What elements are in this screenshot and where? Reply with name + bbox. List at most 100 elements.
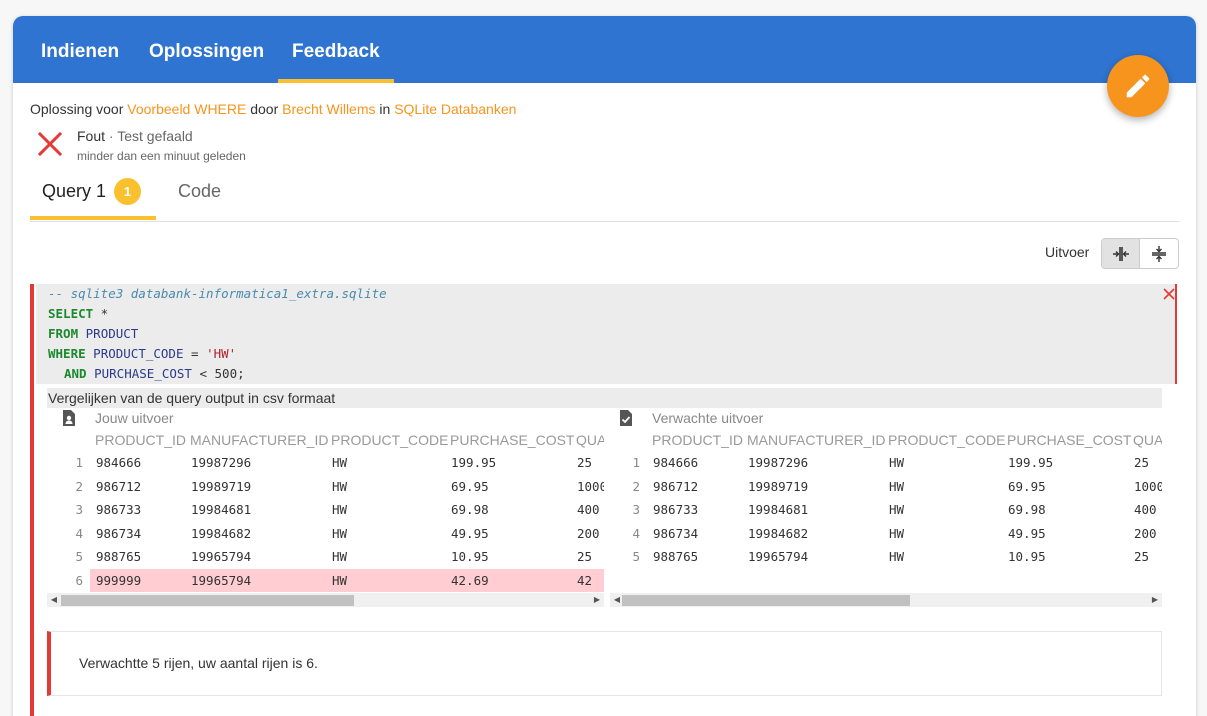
column-header: PRODUCT_CODE	[331, 432, 449, 448]
table-cell: HW	[889, 502, 905, 517]
table-cell: 1000	[1134, 479, 1162, 494]
row-number: 1	[632, 455, 640, 470]
table-cell: 19984681	[191, 502, 252, 517]
breadcrumb-by: door	[250, 101, 279, 117]
table-cell: HW	[332, 526, 348, 541]
split-horizontal-icon	[1152, 245, 1166, 262]
scroll-right-icon[interactable]: ▶	[592, 593, 602, 607]
table-cell: HW	[889, 526, 905, 541]
status-detail: Test gefaald	[117, 128, 193, 144]
your-output-scrollbar[interactable]: ◀ ▶	[47, 593, 604, 607]
scroll-right-icon[interactable]: ▶	[1150, 593, 1160, 607]
user-link[interactable]: Brecht Willems	[282, 101, 375, 117]
your-output-table: Jouw uitvoer PRODUCT_ID MANUFACTURER_ID PR…	[47, 408, 604, 593]
tab-oplossingen[interactable]: Oplossingen	[135, 16, 278, 83]
table-cell: 42.69	[451, 573, 489, 588]
code-line-1: -- sqlite3 databank-informatica1_extra.s…	[48, 284, 387, 304]
tabs-divider	[30, 221, 1179, 222]
code-line-5: AND PURCHASE_COST < 500;	[64, 364, 245, 384]
row-number: 2	[75, 479, 83, 494]
table-cell: 49.95	[1008, 526, 1046, 541]
tab-code[interactable]: Code	[166, 170, 236, 220]
breadcrumb: Oplossing voor Voorbeeld WHERE door Brec…	[30, 101, 516, 117]
where-op: =	[183, 346, 207, 361]
table-cell: 25	[1134, 455, 1150, 470]
table-cell: 19989719	[191, 479, 252, 494]
kw-and: AND	[64, 366, 87, 381]
kw-where: WHERE	[48, 346, 86, 361]
table-cell: 988765	[653, 549, 699, 564]
table-cell: 986733	[96, 502, 142, 517]
code-line-4: WHERE PRODUCT_CODE = 'HW'	[48, 344, 236, 364]
expected-output-scroll-thumb[interactable]	[622, 595, 910, 606]
where-col: PRODUCT_CODE	[93, 346, 184, 361]
close-icon[interactable]	[1162, 287, 1176, 301]
tab-feedback[interactable]: Feedback	[278, 16, 394, 83]
course-link[interactable]: SQLite Databanken	[394, 101, 516, 117]
column-header: PRODUCT_CODE	[888, 432, 1006, 448]
tab-indienen[interactable]: Indienen	[27, 16, 133, 83]
column-header: PRODUCT_ID	[95, 432, 187, 448]
column-header: QUANTITY_ON_HAND	[576, 432, 604, 448]
table-cell: 199.95	[451, 455, 497, 470]
feedback-message: Verwachtte 5 rijen, uw aantal rijen is 6…	[47, 631, 1162, 696]
table-cell: 986712	[96, 479, 142, 494]
table-cell: 49.95	[451, 526, 489, 541]
tab-query-1-label: Query 1	[42, 181, 107, 201]
table-cell: HW	[332, 502, 348, 517]
row-number: 4	[75, 526, 83, 541]
exercise-link[interactable]: Voorbeeld WHERE	[127, 101, 246, 117]
breadcrumb-prefix: Oplossing voor	[30, 101, 124, 117]
output-toggle-label: Uitvoer	[1045, 244, 1090, 260]
table-cell: HW	[332, 455, 348, 470]
status-result: Fout	[77, 128, 106, 144]
sql-code-block: -- sqlite3 databank-informatica1_extra.s…	[36, 284, 1175, 384]
row-number: 6	[75, 573, 83, 588]
pencil-icon	[1126, 74, 1150, 98]
row-number: 2	[632, 479, 640, 494]
table-cell: 986734	[96, 526, 142, 541]
user-file-icon	[63, 410, 75, 426]
table-cell: 19965794	[191, 549, 252, 564]
feedback-message-text: Verwachtte 5 rijen, uw aantal rijen is 6…	[79, 655, 318, 671]
check-file-icon	[620, 410, 632, 426]
row-number: 1	[75, 455, 83, 470]
split-vertical-button[interactable]	[1102, 239, 1141, 268]
your-output-title: Jouw uitvoer	[95, 410, 174, 426]
scroll-left-icon[interactable]: ◀	[49, 593, 59, 607]
expected-output-scrollbar[interactable]: ◀ ▶	[610, 593, 1162, 607]
table-cell: 69.98	[1008, 502, 1046, 517]
table-cell: 19987296	[191, 455, 252, 470]
scroll-left-icon[interactable]: ◀	[612, 593, 622, 607]
table-cell: HW	[889, 549, 905, 564]
table-cell: 25	[577, 455, 593, 470]
and-end: ;	[237, 366, 245, 381]
expected-output-title: Verwachte uitvoer	[652, 410, 764, 426]
expected-output-table: Verwachte uitvoer PRODUCT_ID MANUFACTURER…	[604, 408, 1162, 593]
table-cell: 69.95	[1008, 479, 1046, 494]
table-cell: 69.95	[451, 479, 489, 494]
table-cell: 19965794	[748, 549, 809, 564]
and-val: 500	[214, 366, 238, 381]
table-cell: 19984681	[748, 502, 809, 517]
table-cell: HW	[889, 479, 905, 494]
split-horizontal-button[interactable]	[1140, 239, 1178, 268]
edit-button[interactable]	[1107, 55, 1169, 117]
table-cell: HW	[332, 573, 348, 588]
table-cell: 400	[1134, 502, 1157, 517]
compare-title: Vergelijken van de query output in csv f…	[47, 388, 1162, 408]
table-cell: 10.95	[451, 549, 489, 564]
your-output-scroll-thumb[interactable]	[61, 595, 354, 606]
table-cell: HW	[889, 455, 905, 470]
top-nav: Indienen Oplossingen Feedback	[13, 16, 1196, 83]
output-layout-toggle	[1101, 238, 1179, 269]
breadcrumb-in: in	[379, 101, 391, 117]
kw-select: SELECT	[48, 306, 94, 321]
tab-query-1[interactable]: Query 1 1	[30, 170, 156, 220]
and-col: PURCHASE_COST	[94, 366, 192, 381]
table-cell: 200	[1134, 526, 1157, 541]
error-marker	[30, 284, 34, 716]
column-header: MANUFACTURER_ID	[747, 432, 886, 448]
table-cell: 19984682	[191, 526, 252, 541]
table-cell: 42	[577, 573, 593, 588]
